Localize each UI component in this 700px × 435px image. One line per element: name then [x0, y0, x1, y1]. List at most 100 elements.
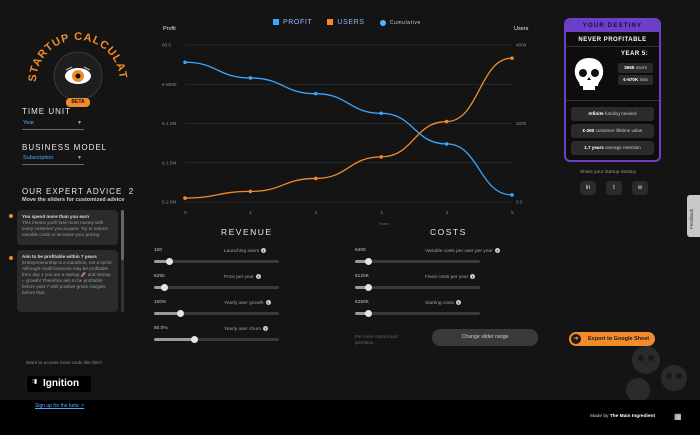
skull-icon [574, 58, 604, 90]
slider-label: Yearly user churn i [224, 326, 269, 332]
slider-label: Launching users i [224, 248, 267, 254]
share-label: Share your startup destiny [580, 170, 636, 175]
slider-label: Price per year i [224, 274, 261, 280]
legend-profit[interactable]: PROFIT [273, 19, 312, 26]
slider-thumb[interactable] [166, 258, 173, 265]
y2-tick-label: 4000 [516, 43, 527, 48]
slider-label: Starting costs i [425, 300, 462, 306]
slider-track[interactable] [154, 336, 279, 343]
destiny-header: YOUR DESTINY [566, 20, 659, 32]
promo-text: Want to access more tools like this? [26, 361, 103, 366]
x-tick-label: 1 [249, 210, 252, 215]
slider-track[interactable] [355, 284, 480, 291]
y-tick-label: €-1.0M [162, 121, 176, 126]
signup-link[interactable]: Sign up for the beta ↗ [35, 403, 84, 409]
whatsapp-share-button[interactable]: w [632, 181, 648, 195]
linkedin-share-button[interactable]: in [580, 181, 596, 195]
advice-bullet [9, 256, 13, 260]
y-tick-label: €-500K [162, 82, 178, 87]
y-tick-label: €0.0 [162, 43, 171, 48]
slider-thumb[interactable] [364, 284, 372, 291]
info-icon[interactable]: i [470, 274, 476, 279]
x-axis-title: Years [379, 221, 389, 226]
revenue-title: REVENUE [221, 227, 273, 237]
users-point [183, 196, 187, 200]
profit-swatch [273, 19, 279, 26]
advice-count: 2 [128, 187, 135, 196]
destiny-loss-stat: €-670K loss [618, 75, 653, 85]
feedback-tab[interactable]: Feedback [687, 195, 700, 237]
feedback-label: Feedback [689, 208, 694, 229]
change-slider-range-button[interactable]: Change slider range [432, 329, 538, 346]
users-swatch [327, 19, 334, 26]
slider-value[interactable]: €250 [154, 274, 165, 279]
arrow-right-icon: ➔ [571, 334, 581, 344]
slider-thumb[interactable] [161, 284, 168, 291]
time-unit-label: TIME UNIT [22, 107, 71, 116]
advice-subtitle: Move the sliders for customized advice [22, 197, 125, 203]
users-line [184, 57, 513, 199]
decorative-skulls-icon [626, 346, 687, 400]
slider-value[interactable]: 100 [154, 248, 162, 253]
advice-title: OUR EXPERT ADVICE 2 [22, 187, 135, 196]
twitter-share-button[interactable]: t [606, 181, 622, 195]
info-icon[interactable]: i [255, 274, 261, 279]
startup-calculator-logo: STARTUP CALCULATOR BETA [9, 11, 134, 110]
advice-card: Aim to be profitable within 7 years Entr… [17, 250, 118, 312]
slider-value[interactable]: €400 [355, 248, 366, 253]
y-tick-label: €-1.5M [162, 160, 176, 165]
advice-card-body: Entrepreneurship is a marathon, not a sp… [22, 260, 113, 295]
business-model-label: BUSINESS MODEL [22, 143, 108, 152]
x-tick-label: 2 [315, 210, 318, 215]
slider-thumb[interactable] [177, 310, 185, 317]
info-icon[interactable]: i [263, 326, 269, 331]
slider-thumb[interactable] [364, 310, 372, 317]
tmi-logo-icon: ▦ [674, 412, 682, 421]
profit-users-chart: €0.0 €-500K €-1.0M €-1.5M €-2.0M 4000 2000 0.0 0… [162, 43, 527, 227]
slider-value[interactable]: 100% [154, 300, 166, 305]
destiny-ltv-stat: €-260 customer lifetime value [571, 124, 654, 138]
info-icon[interactable]: i [456, 300, 462, 305]
info-icon[interactable]: i [494, 248, 500, 253]
users-point [510, 56, 514, 60]
info-icon[interactable]: i [261, 248, 267, 253]
footer: Sign up for the beta ↗ Made by The Main … [0, 400, 700, 435]
twitter-icon: t [613, 185, 615, 191]
y2-tick-label: 0.0 [516, 200, 523, 205]
y2-tick-label: 2000 [516, 121, 527, 126]
advice-bullet [9, 214, 13, 218]
slider-value[interactable]: €250K [355, 300, 369, 305]
profit-point [510, 193, 514, 197]
slider-track[interactable] [154, 284, 279, 291]
ignition-logo[interactable]: ⁝▮ Ignition [27, 376, 91, 392]
users-point [248, 189, 253, 194]
business-model-value: Subscription [23, 155, 54, 161]
advice-scrollbar[interactable] [121, 210, 124, 312]
business-model-select[interactable]: Subscription ▼ [22, 153, 84, 165]
linkedin-icon: in [585, 185, 591, 191]
slider-track[interactable] [154, 258, 279, 265]
x-tick-label: 0 [184, 210, 187, 215]
users-point [379, 155, 383, 159]
slider-track[interactable] [154, 310, 279, 317]
destiny-card: YOUR DESTINY NEVER PROFITABLE YEAR 5: 36… [564, 18, 661, 162]
profit-point [444, 142, 449, 146]
chevron-down-icon: ▼ [77, 120, 82, 126]
slider-thumb[interactable] [191, 336, 198, 343]
legend-cumulative[interactable]: Cumulative [379, 19, 421, 26]
y-tick-label: €-2.0M [162, 200, 176, 205]
slider-track[interactable] [355, 258, 480, 265]
whatsapp-icon: w [637, 185, 643, 191]
legend-users[interactable]: USERS [327, 19, 364, 26]
slider-thumb[interactable] [364, 258, 372, 265]
destiny-funding-stat: Infinite funding needed [571, 107, 654, 121]
profit-point [379, 111, 383, 116]
info-icon[interactable]: i [265, 300, 271, 305]
made-by-text: Made by The Main Ingredient [590, 414, 656, 419]
slider-track[interactable] [355, 310, 480, 317]
time-unit-select[interactable]: Year ▼ [22, 118, 84, 130]
slider-value[interactable]: €120K [355, 274, 369, 279]
slider-fill [154, 338, 194, 341]
slider-value[interactable]: 80.0% [154, 326, 168, 331]
more-control-text: For more control and precision [355, 334, 398, 345]
